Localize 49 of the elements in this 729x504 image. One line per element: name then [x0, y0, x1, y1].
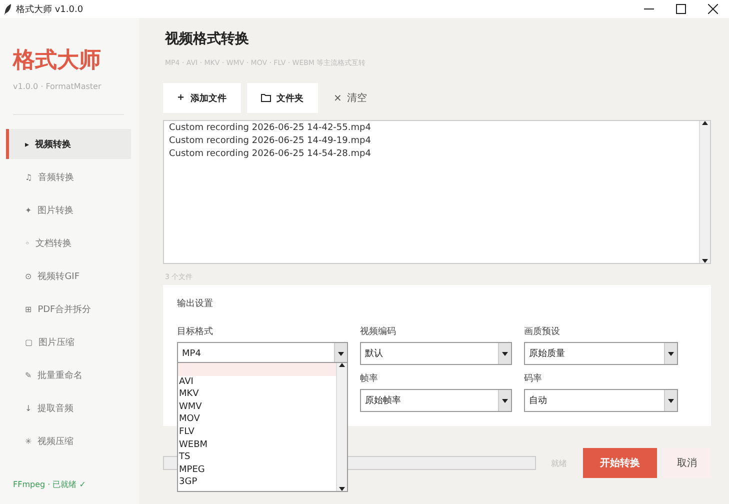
caret-icon [502, 352, 508, 356]
sidebar-item[interactable]: ✎ 批量重命名 [6, 360, 131, 390]
clear-button[interactable]: × 清空 [324, 83, 377, 113]
select-field[interactable]: 原始质量 [524, 342, 678, 365]
sidebar-item[interactable]: ▸ 视频转换 [6, 129, 131, 159]
scroll-up-icon[interactable] [702, 121, 708, 125]
caret-icon [502, 398, 508, 402]
file-item[interactable]: Custom recording 2026-06-25 14-42-55.mp4 [169, 122, 694, 135]
sidebar-item[interactable]: ▢ 图片压缩 [6, 327, 131, 357]
sidebar-item[interactable]: ⊙ 视频转GIF [6, 261, 131, 291]
field-label: 目标格式 [177, 326, 214, 338]
app-logo: 格式大师 [13, 47, 102, 75]
field-label: 画质预设 [524, 326, 561, 338]
sidebar-item[interactable]: ⊞ PDF合并拆分 [6, 294, 131, 324]
scroll-down-icon[interactable] [702, 259, 708, 263]
select-field[interactable]: 自动 [524, 389, 678, 412]
field-label: 视频编码 [360, 326, 397, 338]
toolbar-button[interactable]: 文件夹 [246, 83, 318, 113]
scroll-down-icon[interactable] [339, 487, 345, 491]
start-button[interactable]: 开始转换 [583, 448, 657, 478]
file-item[interactable]: Custom recording 2026-06-25 14-49-19.mp4 [169, 135, 694, 148]
sidebar-item[interactable]: ♫ 音频转换 [6, 162, 131, 192]
file-item[interactable]: Custom recording 2026-06-25 14-54-28.mp4 [169, 148, 694, 161]
sidebar-item[interactable]: ✦ 图片转换 [6, 195, 131, 225]
select-field[interactable]: 默认 [360, 342, 512, 365]
maximize-icon [676, 4, 686, 14]
field-label: 码率 [524, 372, 543, 385]
caret-icon [668, 352, 674, 356]
feather-icon [4, 4, 12, 14]
scrollbar[interactable] [336, 363, 347, 491]
sidebar-item[interactable]: ◦ 文档转换 [6, 228, 131, 258]
dropdown-list[interactable]: AVI MKV WMV MOV FLV WEBM TS MPEG 3GP [177, 362, 348, 492]
toolbar-button[interactable]: + 添加文件 [163, 83, 241, 113]
cancel-button[interactable]: 取消 [663, 448, 711, 478]
window-title: 格式大师 v1.0.0 [16, 4, 84, 16]
scrollbar[interactable] [699, 121, 710, 263]
field-label: 帧率 [360, 372, 379, 385]
sidebar-item[interactable]: ✳ 视频压缩 [6, 426, 131, 456]
caret-icon [668, 398, 674, 402]
version-text: v1.0.0 · FormatMaster [13, 82, 102, 91]
select-field[interactable]: 原始帧率 [360, 389, 512, 412]
ffmpeg-status: FFmpeg · 已就绪 ✓ [13, 479, 87, 490]
page-title: 视频格式转换 [165, 30, 250, 48]
caret-icon [338, 352, 344, 356]
folder-icon [260, 94, 271, 102]
section-title: 输出设置 [177, 298, 214, 310]
close-icon [708, 4, 718, 14]
sidebar-item[interactable]: ↓ 提取音频 [6, 393, 131, 423]
file-list[interactable]: Custom recording 2026-06-25 14-42-55.mp4 Custom recording 2026-06-25 14-49-19.mp4 Custom recording 2026-06-25 14-54-28.mp4 [163, 120, 711, 264]
